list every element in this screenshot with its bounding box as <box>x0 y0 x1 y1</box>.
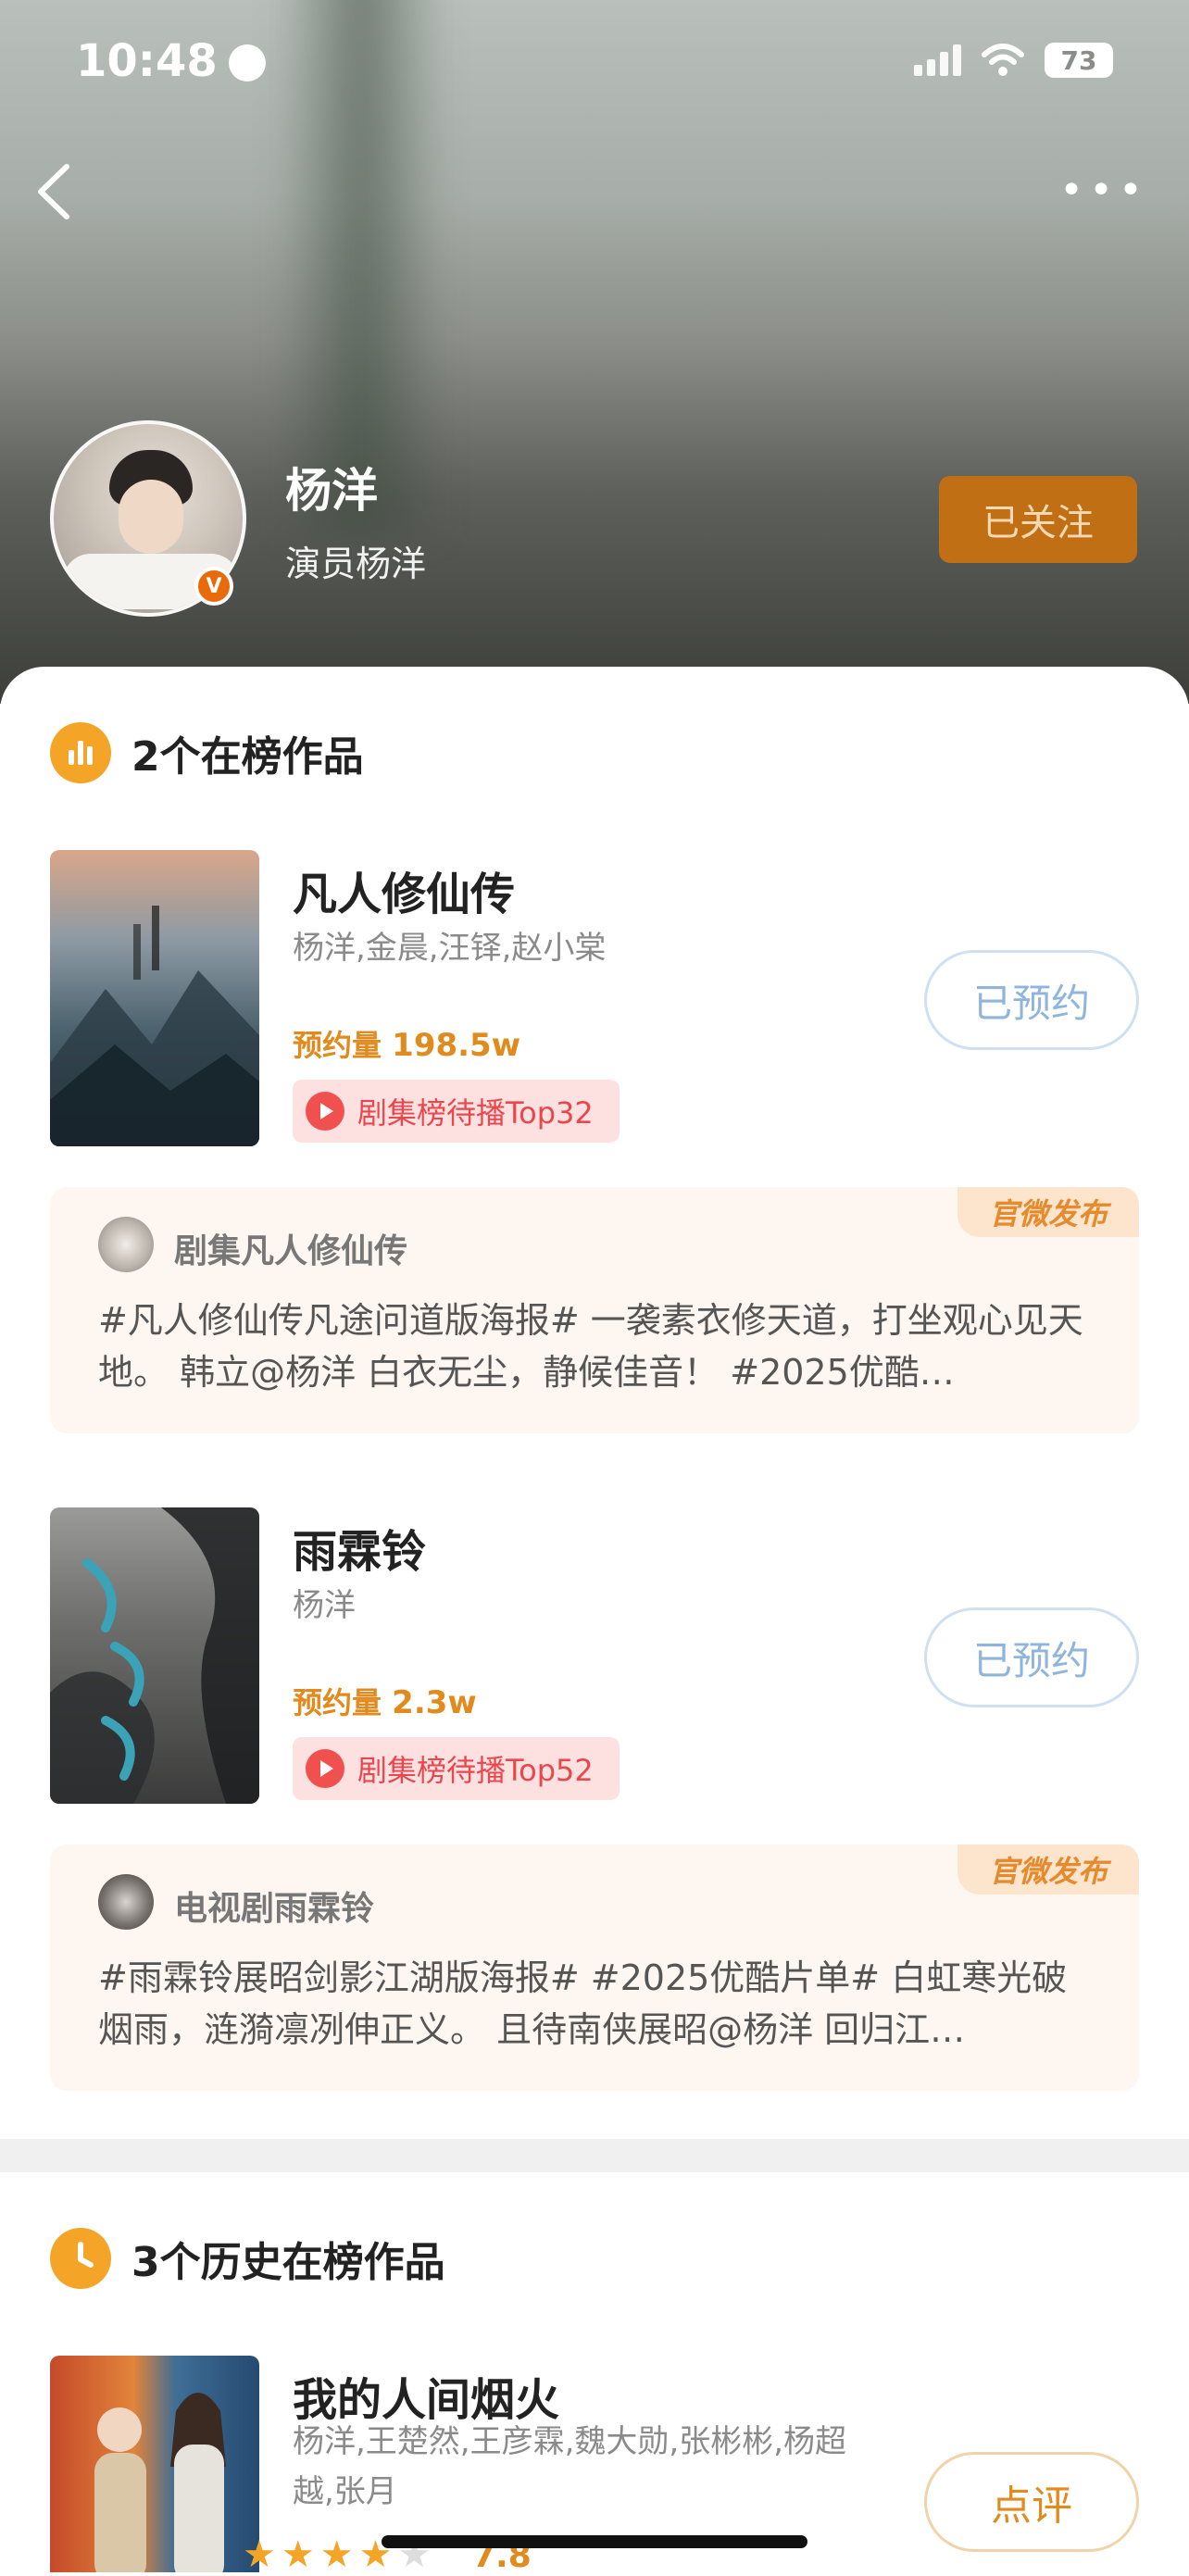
profile-name: 杨洋 <box>285 464 378 518</box>
home-indicator[interactable] <box>382 2535 807 2548</box>
clock-icon <box>50 2228 111 2289</box>
work-cast: 杨洋 <box>293 1587 356 1624</box>
back-arrow-icon[interactable] <box>30 159 81 224</box>
more-options-icon[interactable]: ••• <box>1059 170 1148 211</box>
section-divider <box>0 2139 1189 2172</box>
current-section-header: 2个在榜作品 <box>50 722 364 783</box>
section-title: 2个在榜作品 <box>131 733 364 781</box>
poster-image[interactable] <box>50 2356 259 2572</box>
star-icon: ★ <box>243 2533 276 2576</box>
reservation-count-label: 预约量 <box>293 1685 382 1720</box>
history-section-header: 3个历史在榜作品 <box>50 2228 445 2289</box>
post-text: #凡人修仙传凡途问道版海报# 一袭素衣修天道，打坐观心见天地。 韩立@杨洋 白衣… <box>98 1300 1083 1393</box>
rank-badge[interactable]: 剧集榜待播Top52 <box>293 1737 620 1800</box>
wifi-icon <box>982 44 1024 76</box>
cellular-signal-icon <box>914 44 961 76</box>
verified-badge-icon: V <box>194 567 233 606</box>
post-author[interactable]: 剧集凡人修仙传 <box>174 1224 407 1272</box>
profile-subtitle: 演员杨洋 <box>285 544 427 584</box>
follow-button[interactable]: 已关注 <box>939 476 1137 563</box>
official-post-tag: 官微发布 <box>957 1844 1139 1894</box>
rank-label: 剧集榜待播Top52 <box>357 1753 594 1788</box>
post-author-avatar[interactable] <box>98 1874 154 1930</box>
star-icon: ★ <box>319 2533 354 2576</box>
bar-chart-icon <box>50 722 111 783</box>
status-emoji-icon <box>229 44 266 81</box>
official-post-tag: 官微发布 <box>957 1187 1139 1237</box>
status-time: 10:48 <box>76 35 218 87</box>
list-item[interactable]: 雨霖铃 杨洋 预约量 2.3w 剧集榜待播Top52 已预约 <box>50 1507 1139 1804</box>
battery-indicator: 73 <box>1045 43 1113 78</box>
poster-image[interactable] <box>50 1507 259 1804</box>
work-title[interactable]: 凡人修仙传 <box>293 857 515 922</box>
post-author-avatar[interactable] <box>98 1217 154 1272</box>
reserved-button[interactable]: 已预约 <box>924 950 1139 1050</box>
profile-header: 10:48 73 ••• V 杨洋 演员杨洋 已关注 <box>0 0 1189 704</box>
review-button[interactable]: 点评 <box>924 2452 1139 2552</box>
reservation-count-value: 198.5w <box>392 1027 521 1064</box>
list-item[interactable]: 凡人修仙传 杨洋,金晨,汪铎,赵小棠 预约量 198.5w 剧集榜待播Top32… <box>50 850 1139 1146</box>
work-cast: 杨洋,王楚然,王彦霖,魏大勋,张彬彬,杨超越,张月 <box>293 2417 885 2517</box>
work-cast-text: 杨洋,王楚然,王彦霖,魏大勋,张彬彬,杨超越,张月 <box>293 2423 847 2510</box>
rank-badge[interactable]: 剧集榜待播Top32 <box>293 1080 620 1143</box>
reservation-count-label: 预约量 <box>293 1028 382 1063</box>
official-post-card[interactable]: 官微发布 剧集凡人修仙传 #凡人修仙传凡途问道版海报# 一袭素衣修天道，打坐观心… <box>50 1187 1139 1433</box>
poster-image[interactable] <box>50 850 259 1146</box>
reservation-count-value: 2.3w <box>392 1684 477 1721</box>
rank-label: 剧集榜待播Top32 <box>357 1095 594 1131</box>
play-icon <box>306 1092 344 1131</box>
star-icon: ★ <box>281 2533 315 2576</box>
status-indicators: 73 <box>914 43 1113 78</box>
reservation-count: 预约量 2.3w <box>293 1680 477 1722</box>
official-post-card[interactable]: 官微发布 电视剧雨霖铃 #雨霖铃展昭剑影江湖版海报# #2025优酷片单# 白虹… <box>50 1844 1139 2091</box>
work-title[interactable]: 雨霖铃 <box>293 1515 426 1580</box>
work-cast: 杨洋,金晨,汪铎,赵小棠 <box>293 930 607 967</box>
reserved-button[interactable]: 已预约 <box>924 1607 1139 1707</box>
section-title: 3个历史在榜作品 <box>131 2239 445 2286</box>
post-text: #雨霖铃展昭剑影江湖版海报# #2025优酷片单# 白虹寒光破烟雨，涟漪凛冽伸正… <box>98 1957 1068 2050</box>
play-icon <box>306 1749 344 1788</box>
reservation-count: 预约量 198.5w <box>293 1022 520 1065</box>
post-author[interactable]: 电视剧雨霖铃 <box>174 1882 374 1930</box>
